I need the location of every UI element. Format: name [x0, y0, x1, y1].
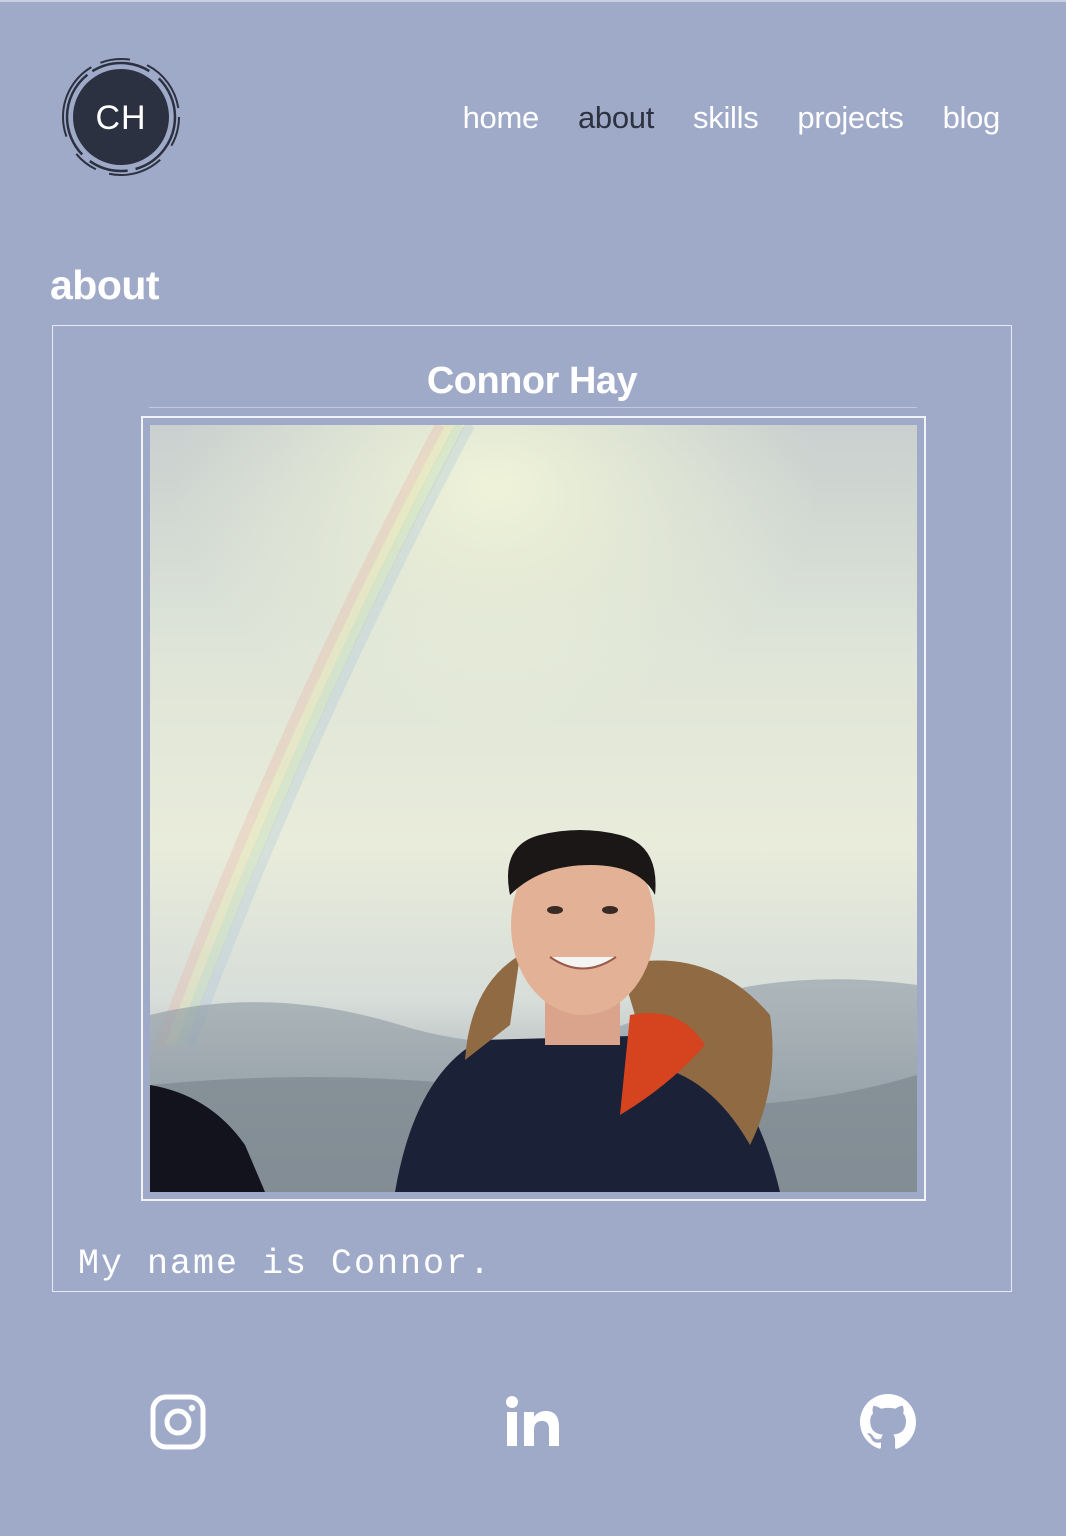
github-icon	[860, 1394, 916, 1449]
main-nav: home about skills projects blog	[463, 98, 1001, 138]
nav-projects[interactable]: projects	[797, 98, 903, 138]
ch-monogram-logo-icon: CH	[62, 58, 180, 176]
photo-frame	[141, 416, 926, 1201]
nav-home[interactable]: home	[463, 98, 540, 138]
profile-name: Connor Hay	[426, 360, 638, 402]
instagram-icon	[150, 1394, 206, 1450]
portrait-photo	[150, 425, 917, 1192]
about-card: Connor Hay My name is Connor.	[52, 325, 1012, 1292]
github-link[interactable]	[858, 1392, 918, 1452]
instagram-link[interactable]	[148, 1392, 208, 1452]
name-divider	[149, 407, 917, 408]
nav-blog[interactable]: blog	[943, 98, 1001, 138]
linkedin-icon	[506, 1396, 559, 1446]
page-title: about	[50, 262, 160, 308]
logo-text: CH	[95, 99, 146, 137]
nav-skills[interactable]: skills	[693, 98, 759, 138]
linkedin-link[interactable]	[503, 1392, 563, 1452]
bio-text: My name is Connor.	[78, 1244, 493, 1284]
site-logo[interactable]: CH	[60, 56, 182, 178]
portrait-illustration	[150, 425, 917, 1192]
nav-about[interactable]: about	[578, 98, 654, 138]
